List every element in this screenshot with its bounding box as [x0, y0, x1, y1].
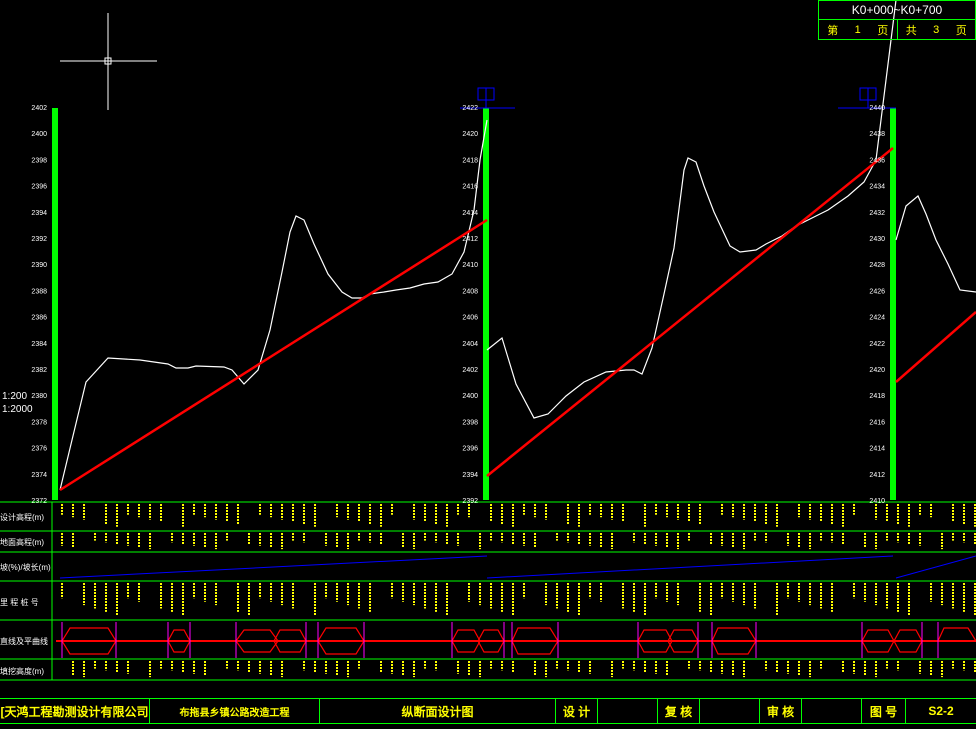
panel-3-ylabel: 2418 [869, 393, 885, 400]
page-number-cell: 第 1 页 [827, 24, 889, 37]
panel-3-ylabel: 2438 [869, 131, 885, 138]
panel-3-ylabel: 2412 [869, 472, 885, 479]
panel-3-ylabel: 2414 [869, 446, 885, 453]
panel-2-ylabel: 2404 [462, 341, 478, 348]
panel-1-ylabel: 2384 [31, 341, 47, 348]
panel-2-ylabel: 2394 [462, 472, 478, 479]
panel-1-ylabel: 2400 [31, 131, 47, 138]
alignment-row [56, 622, 976, 658]
total-pages: 3 [933, 24, 940, 36]
ground-profile-lines [59, 0, 976, 491]
panel-3-ylabel: 2410 [869, 498, 885, 505]
panel-1-ylabel: 2392 [31, 236, 47, 243]
panel-3-ylabel: 2440 [869, 105, 885, 112]
approve-label: 审 核 [760, 699, 802, 723]
panel-1-ylabel: 2402 [31, 105, 47, 112]
panel-3-ylabel: 2424 [869, 315, 885, 322]
panel-2-ylabel: 2418 [462, 157, 478, 164]
panel-2-ylabel: 2412 [462, 236, 478, 243]
crosshair-cursor-icon [60, 13, 157, 110]
data-row-annotations [61, 504, 976, 678]
panel-1-ylabel: 2396 [31, 184, 47, 191]
panel-2-ylabel: 2414 [462, 210, 478, 217]
total-pages-cell: 共 3 页 [896, 20, 976, 40]
panel-2-ylabel: 2420 [462, 131, 478, 138]
title-block: [天鸿工程勘测设计有限公司 布拖县乡镇公路改造工程 纵断面设计图 设 计 复 核… [0, 698, 976, 724]
panel-1-ylabel: 2374 [31, 472, 47, 479]
y-axis-labels: 2402 2400 2398 2396 2394 2392 2390 2388 2386 2384… [31, 105, 885, 505]
panel-1-ylabel: 2378 [31, 419, 47, 426]
panel-1-ylabel: 2380 [31, 393, 47, 400]
panel-3-ylabel: 2436 [869, 157, 885, 164]
design-grade-lines [59, 147, 976, 492]
panel-3-ylabel: 2422 [869, 341, 885, 348]
drawing-title: 纵断面设计图 [320, 699, 556, 723]
panel-1-ylabel: 2398 [31, 157, 47, 164]
panel-1-ylabel: 2394 [31, 210, 47, 217]
company-name: [天鸿工程勘测设计有限公司 [0, 699, 150, 723]
station-markers [460, 87, 896, 109]
panel-2-ylabel: 2398 [462, 419, 478, 426]
panel-1-ylabel: 2376 [31, 446, 47, 453]
drawing-number: S2-2 [928, 704, 954, 718]
panel-1-ylabel: 2372 [31, 498, 47, 505]
panel-2-ylabel: 2396 [462, 446, 478, 453]
panel-2-ylabel: 2392 [462, 498, 478, 505]
panel-3-ylabel: 2432 [869, 210, 885, 217]
page-range: K0+000~K0+700 [819, 1, 975, 20]
row-label-cut-fill: 填挖高度(m) [0, 667, 44, 676]
panel-3-ylabel: 2434 [869, 184, 885, 191]
panel-3-ylabel: 2416 [869, 419, 885, 426]
panel-1-ylabel: 2388 [31, 288, 47, 295]
row-label-slope: 坡(%)/坡长(m) [0, 563, 51, 572]
panel-2-ylabel: 2408 [462, 288, 478, 295]
row-label-chainage: 里 程 桩 号 [0, 598, 39, 607]
data-table-grid [0, 501, 976, 681]
panel-2-ylabel: 2410 [462, 262, 478, 269]
page-number: 1 [854, 24, 861, 36]
panel-2-ylabel: 2406 [462, 315, 478, 322]
row-label-alignment: 直线及平曲线 [0, 637, 48, 646]
scale-vertical: 1:200 [2, 391, 28, 402]
panel-1-ylabel: 2390 [31, 262, 47, 269]
drawing-number-label: 图 号 [862, 699, 906, 723]
panel-1-ylabel: 2382 [31, 367, 47, 374]
review-label: 复 核 [658, 699, 700, 723]
row-label-design-elevation: 设计高程(m) [0, 513, 44, 522]
panel-3-ylabel: 2420 [869, 367, 885, 374]
axis-bars [52, 108, 896, 500]
row-label-ground-elevation: 地面高程(m) [0, 538, 44, 547]
project-name: 布拖县乡镇公路改造工程 [150, 699, 320, 723]
page-indicator: K0+000~K0+700 第 1 页 共 3 页 [818, 0, 976, 40]
panel-3-ylabel: 2426 [869, 288, 885, 295]
scale-horizontal: 1:2000 [2, 404, 33, 415]
slope-row [59, 555, 976, 579]
panel-2-ylabel: 2402 [462, 367, 478, 374]
panel-3-ylabel: 2430 [869, 236, 885, 243]
design-label: 设 计 [556, 699, 598, 723]
panel-2-ylabel: 2422 [462, 105, 478, 112]
cad-drawing-canvas[interactable]: 2402 2400 2398 2396 2394 2392 2390 2388 2386 2384… [0, 0, 976, 729]
panel-2-ylabel: 2416 [462, 184, 478, 191]
panel-1-ylabel: 2386 [31, 315, 47, 322]
panel-3-ylabel: 2428 [869, 262, 885, 269]
panel-2-ylabel: 2400 [462, 393, 478, 400]
